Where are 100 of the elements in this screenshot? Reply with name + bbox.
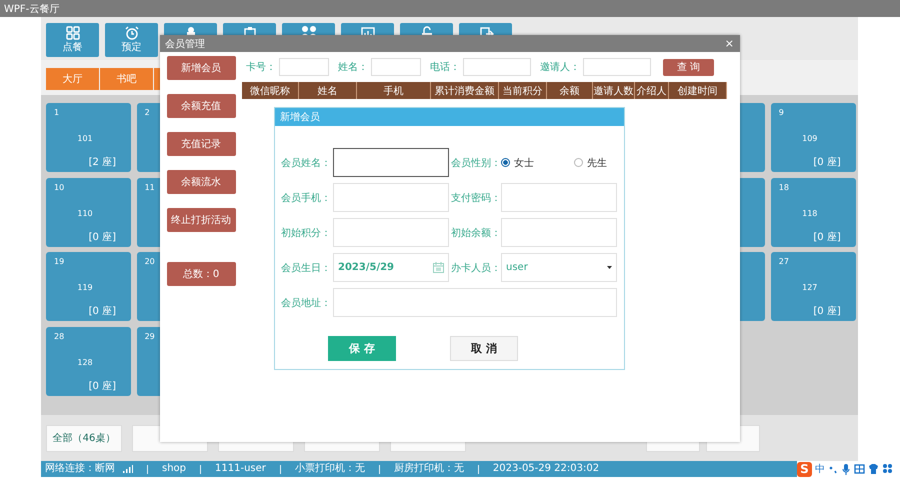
field-label: 支付密码： (451, 192, 499, 204)
table-tile[interactable]: 9 109 [0 座] (770, 103, 856, 172)
table-number: 27 (778, 257, 790, 268)
action-button[interactable]: 终止打折活动 (166, 208, 236, 232)
search-field[interactable] (583, 58, 651, 76)
column-header[interactable]: 姓名 (299, 82, 357, 99)
column-header[interactable]: 微信昵称 (242, 82, 299, 99)
table-number: 19 (54, 257, 66, 268)
table-number: 10 (54, 182, 66, 194)
cancel-button[interactable]: 取 消 (450, 336, 518, 361)
nav-button[interactable]: 点餐 (46, 23, 99, 57)
status-text: 2023-05-29 22:03:02 (492, 463, 600, 475)
table-number: 1 (54, 108, 60, 119)
status-text: 小票打印机：无 (294, 463, 365, 475)
save-button[interactable]: 保 存 (328, 336, 396, 361)
action-button[interactable]: 余额充值 (166, 94, 236, 118)
table-name: 128 (76, 358, 94, 369)
network-status: 网络连接：断网 (45, 463, 115, 475)
area-button[interactable]: 大厅 (46, 68, 99, 90)
seat-count: [0 座] (813, 304, 841, 318)
window-title: WPF-云餐厅 (4, 2, 60, 16)
date-field[interactable]: 2023/5/29 (333, 253, 449, 282)
area-button[interactable]: 书吧 (100, 68, 153, 90)
table-tile[interactable]: 28 128 [0 座] (46, 326, 131, 396)
table-tile[interactable]: 10 110 [0 座] (46, 178, 131, 247)
total-count: 总数：0 (166, 262, 236, 286)
alarm-clock-icon (124, 26, 140, 41)
dialog-title: 会员管理 (165, 38, 205, 50)
table-tile[interactable]: 1 101 [2 座] (46, 103, 131, 172)
seat-count: [2 座] (88, 156, 116, 169)
column-header[interactable]: 余额 (547, 82, 593, 99)
keyboard-icon (854, 463, 865, 475)
dropdown[interactable]: user (501, 253, 617, 282)
close-button[interactable]: × (724, 37, 734, 50)
field-label: 会员性别： (451, 156, 499, 170)
input-field[interactable] (333, 148, 449, 177)
table-name: 119 (76, 283, 94, 294)
action-button[interactable]: 余额流水 (166, 170, 236, 194)
table-tile[interactable]: 18 118 [0 座] (770, 178, 856, 247)
table-name: 127 (801, 283, 818, 294)
dialog-title: 新增会员 (280, 110, 320, 124)
search-label: 卡号： (246, 60, 276, 74)
column-header[interactable]: 创建时间 (669, 82, 727, 99)
column-header[interactable]: 邀请人数 (593, 82, 635, 99)
apps-icon (882, 463, 893, 475)
table-number: 18 (778, 182, 790, 194)
caret-icon (607, 266, 612, 269)
search-field[interactable] (371, 58, 421, 76)
radio-button[interactable] (574, 158, 583, 167)
table-number: 20 (144, 257, 156, 268)
table-tile[interactable]: 27 127 [0 座] (770, 252, 856, 322)
table-number: 11 (144, 182, 156, 194)
field-value: user (506, 262, 528, 273)
table-name: 101 (76, 134, 94, 145)
table-number: 9 (778, 108, 785, 119)
table-name: 118 (801, 208, 818, 220)
status-text: 厨房打印机：无 (394, 463, 464, 475)
search-field[interactable] (279, 58, 329, 76)
table-number: 29 (144, 332, 156, 343)
ime-logo[interactable]: S (797, 462, 812, 476)
search-label: 电话： (430, 60, 460, 74)
ime-mode[interactable]: 中 (815, 462, 825, 476)
search-label: 邀请人： (540, 60, 580, 74)
seat-count: [0 座] (88, 304, 116, 318)
radio-label: 女士 (514, 156, 534, 170)
column-header[interactable]: 手机 (357, 82, 431, 99)
action-button[interactable]: 充值记录 (166, 132, 236, 156)
field-value: 2023/5/29 (338, 262, 394, 273)
radio-label: 先生 (587, 156, 607, 170)
radio-button[interactable] (501, 158, 510, 167)
grid-icon (64, 26, 80, 41)
status-text: shop (162, 463, 186, 475)
table-tile[interactable]: 19 119 [0 座] (46, 252, 131, 322)
seat-count: [0 座] (88, 230, 116, 244)
column-header[interactable]: 累计消费金额 (431, 82, 499, 99)
calendar-icon (433, 262, 444, 273)
field-label: 会员手机： (281, 192, 331, 204)
column-header[interactable]: 介绍人 (635, 82, 669, 99)
column-header[interactable]: 当前积分 (499, 82, 547, 99)
table-name: 109 (801, 134, 818, 145)
table-number: 2 (144, 108, 151, 119)
shirt-icon (868, 463, 879, 475)
nav-label: 点餐 (62, 42, 82, 54)
table-name: 110 (76, 208, 94, 220)
microphone-icon (841, 463, 851, 475)
seat-count: [0 座] (88, 380, 116, 393)
seat-count: [0 座] (813, 230, 841, 244)
status-text: 1111-user (215, 463, 266, 475)
table-number: 28 (54, 332, 66, 343)
nav-label: 预定 (122, 42, 142, 54)
field-label: 会员生日： (281, 262, 331, 274)
field-label: 办卡人员： (451, 262, 499, 274)
seat-count: [0 座] (813, 156, 841, 169)
field-label: 初始积分： (281, 226, 331, 240)
filter-button[interactable]: 全部（46桌） (46, 424, 122, 452)
search-button[interactable]: 查 询 (663, 58, 714, 76)
nav-button[interactable]: 预定 (105, 23, 158, 57)
signal-icon (123, 465, 133, 473)
search-field[interactable] (463, 58, 531, 76)
action-button[interactable]: 新增会员 (166, 56, 236, 80)
